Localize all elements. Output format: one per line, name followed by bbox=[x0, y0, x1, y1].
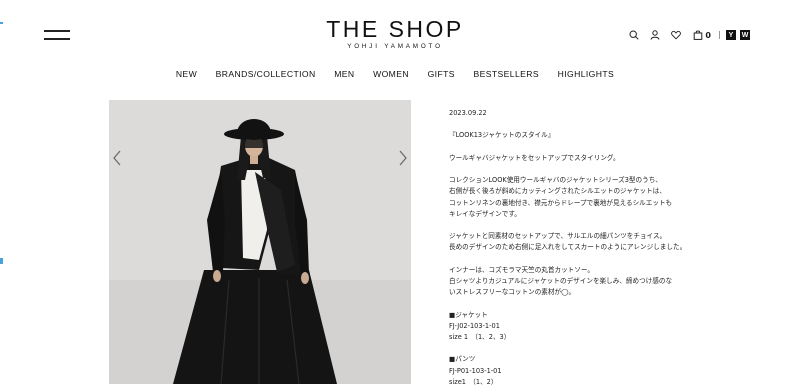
nav-item-bestsellers[interactable]: BESTSELLERS bbox=[473, 69, 539, 79]
article-line: ジャケットと同素材のセットアップで、サルエルの細パンツをチョイス。 bbox=[449, 232, 667, 241]
article-line: いストレスフリーなコットンの素材が◯。 bbox=[449, 288, 576, 297]
look-photo bbox=[109, 100, 411, 384]
item-pants-size: size1 （1、2） bbox=[449, 377, 498, 386]
brand-w-icon[interactable]: W bbox=[740, 30, 750, 40]
nav-item-new[interactable]: NEW bbox=[176, 69, 197, 79]
gallery-next-button[interactable] bbox=[397, 148, 409, 168]
article-date: 2023.09.22 bbox=[449, 109, 487, 117]
user-icon[interactable] bbox=[649, 29, 661, 41]
article-body: 2023.09.22 『LOOK13ジャケットのスタイル』 ウールギャバジャケッ… bbox=[449, 108, 749, 388]
cart-count: 0 bbox=[705, 30, 711, 40]
model-illustration bbox=[109, 100, 411, 384]
bag-icon[interactable] bbox=[692, 29, 704, 41]
header-divider bbox=[719, 31, 720, 39]
gallery-prev-button[interactable] bbox=[111, 148, 123, 168]
article-heading: 『LOOK13ジャケットのスタイル』 bbox=[449, 131, 555, 140]
chevron-right-icon bbox=[399, 150, 407, 166]
item-pants-label: ■パンツ bbox=[449, 355, 476, 364]
nav-item-women[interactable]: WOMEN bbox=[373, 69, 409, 79]
header-icons: 0 Y W bbox=[619, 29, 750, 41]
chevron-left-icon bbox=[113, 150, 121, 166]
article-line: 白シャツよりカジュアルにジャケットのデザインを楽しみ、締めつけ感のな bbox=[449, 276, 673, 285]
item-jacket-label: ■ジャケット bbox=[449, 310, 488, 319]
article-line: 右側が長く後ろが斜めにカッティングされたシルエットのジャケットは、 bbox=[449, 187, 666, 196]
item-pants-code: FJ-P01-103-1-01 bbox=[449, 366, 502, 375]
item-jacket-code: FJ-J02-103-1-01 bbox=[449, 321, 500, 330]
main-nav: NEW BRANDS/COLLECTION MEN WOMEN GIFTS BE… bbox=[0, 69, 790, 79]
nav-item-brands-collection[interactable]: BRANDS/COLLECTION bbox=[216, 69, 316, 79]
article-line: ウールギャバジャケットをセットアップでスタイリング。 bbox=[449, 153, 620, 162]
article-line: キレイなデザインです。 bbox=[449, 209, 521, 218]
article-line: インナーは、コズモラマ天竺の丸首カットソー。 bbox=[449, 265, 594, 274]
brand-y-icon[interactable]: Y bbox=[726, 30, 736, 40]
nav-item-highlights[interactable]: HIGHLIGHTS bbox=[558, 69, 615, 79]
logo-subtitle: YOHJI YAMAMOTO bbox=[347, 43, 443, 50]
article-line: 長めのデザインのため右側に足入れをしてスカートのようにアレンジしました。 bbox=[449, 243, 687, 252]
nav-item-men[interactable]: MEN bbox=[334, 69, 354, 79]
item-jacket-size: size 1 （1、2、3） bbox=[449, 332, 511, 341]
heart-icon[interactable] bbox=[670, 29, 682, 41]
nav-item-gifts[interactable]: GIFTS bbox=[428, 69, 455, 79]
left-edge-accent-2 bbox=[0, 258, 3, 264]
search-icon[interactable] bbox=[628, 29, 640, 41]
article-line: コットンリネンの裏地付き、襟元からドレープで裏地が見えるシルエットも bbox=[449, 198, 673, 207]
article-line: コレクションLOOK使用ウールギャバのジャケットシリーズ3型のうち、 bbox=[449, 176, 662, 185]
